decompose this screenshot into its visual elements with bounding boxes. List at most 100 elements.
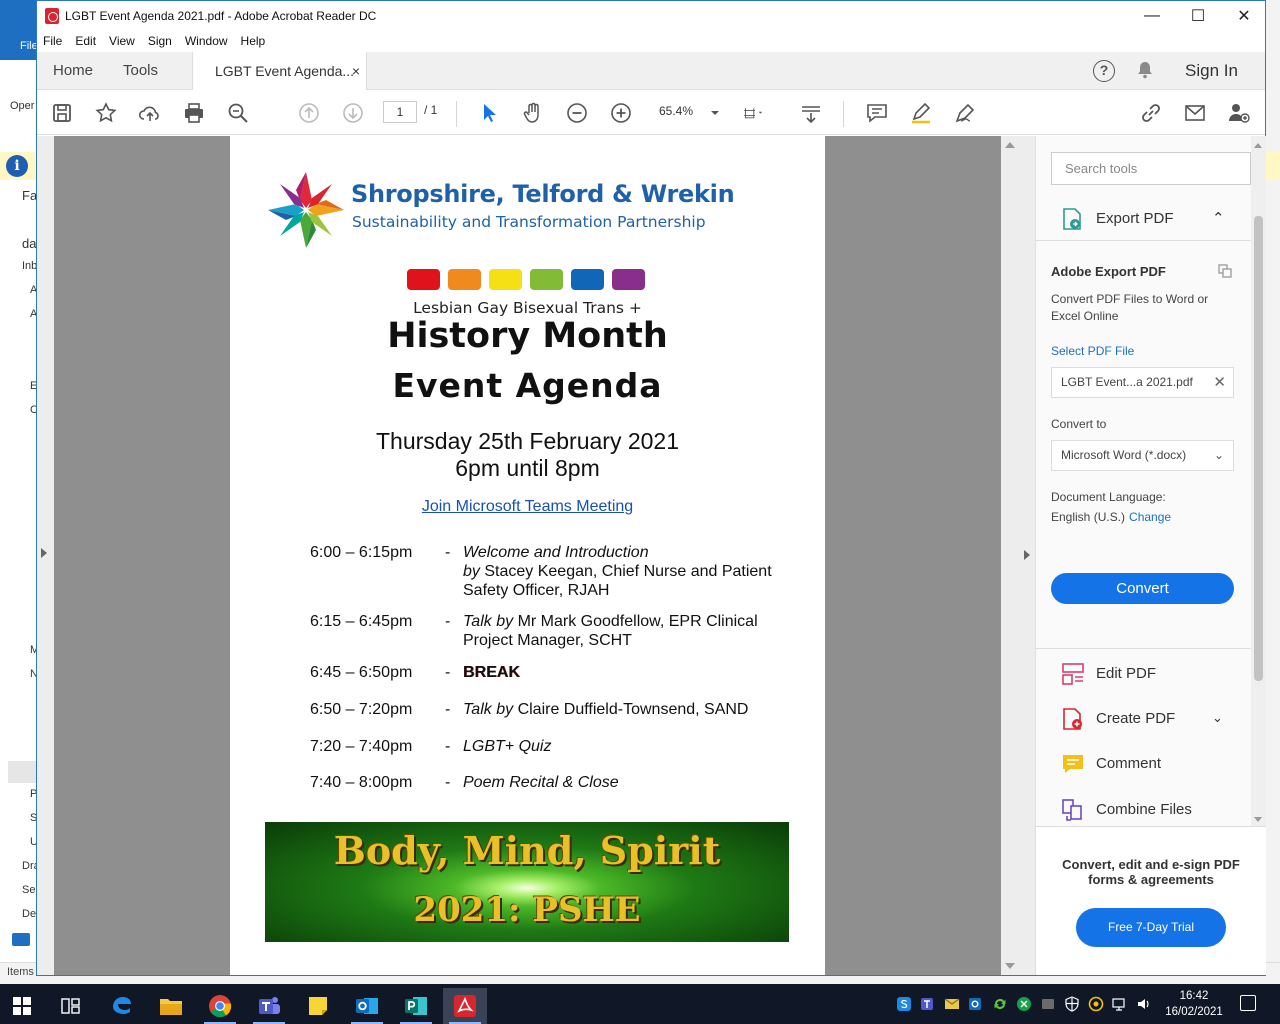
selected-file-field[interactable]: LGBT Event...a 2021.pdf ✕	[1051, 367, 1234, 398]
tray-device-icon[interactable]	[1040, 996, 1056, 1012]
system-clock[interactable]: 16:42 16/02/2021	[1164, 988, 1224, 1020]
taskbar-publisher[interactable]	[394, 988, 438, 1024]
highlight-pen-icon[interactable]	[909, 101, 933, 125]
zoom-out-icon[interactable]	[565, 101, 589, 125]
copy-icon[interactable]	[1218, 264, 1232, 278]
menu-window[interactable]: Window	[185, 31, 228, 52]
tab-bar: Home Tools LGBT Event Agenda... × ? Sign…	[37, 52, 1265, 90]
export-pdf-label: Export PDF	[1096, 210, 1174, 227]
sign-pen-icon[interactable]	[953, 101, 977, 125]
zoom-in-icon[interactable]	[609, 101, 633, 125]
left-panel-toggle[interactable]	[37, 136, 54, 975]
start-button[interactable]	[0, 988, 44, 1024]
mail-icon[interactable]	[12, 933, 30, 946]
tray-teams-icon[interactable]	[920, 996, 936, 1012]
cloud-upload-icon[interactable]	[138, 101, 162, 125]
select-cursor-icon[interactable]	[477, 101, 501, 125]
clear-file-icon[interactable]: ✕	[1213, 368, 1226, 397]
print-icon[interactable]	[182, 101, 206, 125]
tray-security-icon[interactable]	[1016, 996, 1032, 1012]
taskbar-teams[interactable]	[247, 988, 291, 1024]
search-tools-input[interactable]: Search tools	[1051, 152, 1251, 185]
scroll-down-icon[interactable]	[1005, 963, 1015, 969]
scroll-mode-icon[interactable]	[799, 101, 823, 125]
comment-icon[interactable]	[865, 101, 889, 125]
share-link-icon[interactable]	[1139, 101, 1163, 125]
task-view-button[interactable]	[49, 988, 93, 1024]
menu-file[interactable]: File	[43, 31, 62, 52]
event-date: Thursday 25th February 2021 6pm until 8p…	[230, 428, 825, 482]
email-icon[interactable]	[1183, 101, 1207, 125]
minimize-button[interactable]: —	[1129, 1, 1175, 31]
tray-mail-icon[interactable]	[944, 996, 960, 1012]
change-language-link[interactable]: Change	[1129, 510, 1171, 524]
tab-document-label: LGBT Event Agenda...	[215, 63, 355, 79]
right-pane-toggle[interactable]	[1019, 136, 1035, 975]
zoom-level-select[interactable]: 65.4%	[659, 104, 693, 118]
menu-help[interactable]: Help	[241, 31, 266, 52]
scroll-up-icon[interactable]	[1005, 142, 1015, 148]
background-file-tab[interactable]: File	[20, 40, 36, 52]
taskbar-edge[interactable]	[100, 988, 144, 1024]
tab-home[interactable]: Home	[53, 52, 93, 90]
tray-volume-icon[interactable]	[1136, 996, 1152, 1012]
document-scrollbar[interactable]	[1001, 136, 1019, 975]
chevron-up-icon[interactable]: ⌃	[1212, 209, 1225, 227]
convert-button[interactable]: Convert	[1051, 573, 1234, 604]
agenda-time: 6:50 – 7:20pm	[310, 701, 413, 718]
tray-alert-icon[interactable]	[1088, 996, 1104, 1012]
teams-meeting-link[interactable]: Join Microsoft Teams Meeting	[230, 498, 825, 516]
select-pdf-file-link[interactable]: Select PDF File	[1051, 344, 1134, 358]
save-icon[interactable]	[50, 101, 74, 125]
close-button[interactable]: ✕	[1221, 1, 1267, 31]
notifications-icon[interactable]	[1240, 995, 1256, 1011]
tool-comment[interactable]: Comment	[1036, 746, 1251, 782]
document-view[interactable]: Shropshire, Telford & Wrekin Sustainabil…	[37, 136, 1019, 975]
tab-close-icon[interactable]: ×	[352, 52, 360, 90]
tool-create-pdf[interactable]: Create PDF ⌄	[1036, 701, 1251, 737]
star-icon[interactable]	[94, 101, 118, 125]
edit-pdf-icon	[1062, 663, 1084, 685]
document-language-value: English (U.S.)	[1051, 510, 1126, 524]
sign-in-button[interactable]: Sign In	[1185, 52, 1238, 90]
maximize-button[interactable]: ☐	[1175, 1, 1221, 31]
add-user-icon[interactable]	[1227, 101, 1251, 125]
help-icon[interactable]: ?	[1093, 60, 1115, 82]
taskbar-outlook[interactable]	[345, 988, 389, 1024]
scroll-down-icon[interactable]	[1254, 817, 1262, 822]
tab-document[interactable]: LGBT Event Agenda... ×	[192, 52, 367, 90]
background-fragment: da	[22, 236, 37, 251]
taskbar-acrobat[interactable]	[443, 988, 487, 1024]
zoom-search-icon[interactable]	[226, 101, 250, 125]
tools-pane-scrollbar[interactable]	[1251, 136, 1266, 826]
folder-icon	[160, 999, 182, 1015]
tool-edit-pdf[interactable]: Edit PDF	[1036, 656, 1251, 692]
tab-tools[interactable]: Tools	[123, 52, 158, 90]
tray-skype-icon[interactable]	[896, 996, 912, 1012]
rainbow-block	[489, 269, 522, 290]
chevron-down-icon[interactable]: ⌄	[1212, 710, 1223, 726]
page-display-icon[interactable]	[743, 101, 783, 125]
tray-sync-icon[interactable]	[992, 996, 1008, 1012]
previous-page-icon[interactable]	[297, 101, 321, 125]
taskbar-sticky-notes[interactable]	[296, 988, 340, 1024]
taskbar-file-explorer[interactable]	[149, 988, 193, 1024]
zoom-dropdown-icon[interactable]	[703, 101, 719, 125]
hand-tool-icon[interactable]	[521, 101, 545, 125]
tool-combine-files[interactable]: Combine Files	[1036, 792, 1251, 828]
convert-to-select[interactable]: Microsoft Word (*.docx) ⌄	[1051, 440, 1234, 471]
tray-outlook-icon[interactable]	[968, 996, 984, 1012]
next-page-icon[interactable]	[341, 101, 365, 125]
bell-icon[interactable]	[1136, 61, 1154, 79]
menu-edit[interactable]: Edit	[75, 31, 96, 52]
tray-network-icon[interactable]	[1112, 996, 1128, 1012]
tray-shield-icon[interactable]	[1064, 996, 1080, 1012]
menu-sign[interactable]: Sign	[148, 31, 172, 52]
free-trial-button[interactable]: Free 7-Day Trial	[1076, 908, 1226, 947]
scroll-thumb[interactable]	[1254, 216, 1263, 681]
taskbar-chrome[interactable]	[198, 988, 242, 1024]
export-pdf-header[interactable]: Export PDF ⌃	[1036, 196, 1251, 241]
scroll-up-icon[interactable]	[1254, 143, 1262, 148]
menu-view[interactable]: View	[109, 31, 135, 52]
page-number-input[interactable]: 1	[383, 101, 417, 123]
